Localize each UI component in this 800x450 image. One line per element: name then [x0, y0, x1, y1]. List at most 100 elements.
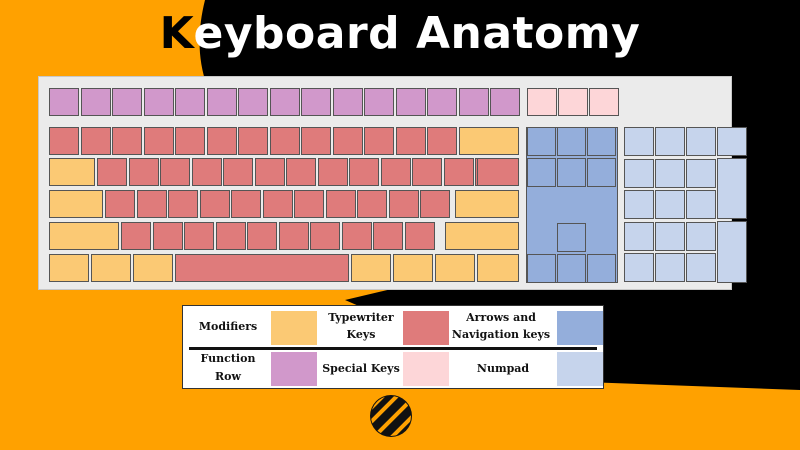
typewriter-key — [247, 222, 277, 250]
modifier-key — [49, 254, 89, 282]
modifier-key — [49, 158, 95, 186]
numpad-key — [717, 127, 747, 156]
typewriter-key — [269, 127, 300, 155]
function-key — [332, 88, 363, 116]
typewriter-key — [380, 158, 411, 186]
legend: Modifiers Typewriter Keys Arrows and Nav… — [182, 305, 604, 389]
numpad-key — [655, 253, 685, 282]
legend-label-modifiers: Modifiers — [198, 320, 258, 333]
legend-swatch-function-row — [271, 352, 317, 386]
typewriter-key — [420, 190, 450, 218]
typewriter-key — [341, 222, 372, 250]
typewriter-key — [168, 190, 198, 218]
legend-label-arrows-1: Arrows and — [466, 311, 536, 324]
typewriter-key — [215, 222, 246, 250]
typewriter-key — [427, 127, 457, 155]
numpad-plus-key — [717, 158, 747, 219]
numpad-key — [624, 158, 654, 188]
typewriter-key — [294, 190, 324, 218]
typewriter-key — [184, 222, 214, 250]
typewriter-key — [325, 190, 356, 218]
typewriter-key — [160, 158, 190, 186]
modifier-key — [351, 254, 391, 282]
typewriter-key — [175, 127, 205, 155]
special-key — [527, 88, 557, 116]
arrow-key — [557, 254, 586, 283]
function-key — [49, 88, 79, 116]
typewriter-key — [278, 222, 309, 250]
function-key — [490, 88, 520, 116]
numpad-key — [686, 190, 716, 219]
typewriter-key — [310, 222, 340, 250]
typewriter-key — [286, 158, 316, 186]
typewriter-key — [128, 158, 159, 186]
modifier-key — [459, 127, 519, 155]
legend-label-typewriter-2: Keys — [346, 328, 376, 341]
typewriter-key — [364, 127, 394, 155]
function-key — [427, 88, 457, 116]
typewriter-key — [254, 158, 285, 186]
numpad-key — [655, 127, 685, 156]
typewriter-key — [317, 158, 348, 186]
typewriter-key — [357, 190, 387, 218]
numpad-key — [624, 190, 654, 219]
typewriter-key — [388, 190, 419, 218]
legend-label-function-1: Function — [200, 352, 256, 365]
modifier-key — [455, 190, 519, 218]
spacebar-key — [175, 254, 349, 282]
function-key — [206, 88, 237, 116]
navigation-key — [527, 127, 556, 156]
typewriter-key — [143, 127, 174, 155]
function-key — [364, 88, 394, 116]
numpad-key — [686, 253, 716, 282]
function-key — [143, 88, 174, 116]
function-key — [395, 88, 426, 116]
navigation-key — [587, 127, 616, 156]
typewriter-key — [121, 222, 151, 250]
typewriter-key — [49, 127, 79, 155]
numpad-key — [655, 221, 685, 251]
typewriter-key — [412, 158, 442, 186]
typewriter-key — [395, 127, 426, 155]
navigation-key — [557, 158, 586, 187]
function-key — [238, 88, 268, 116]
special-key — [558, 88, 588, 116]
function-key — [112, 88, 142, 116]
typewriter-key — [152, 222, 183, 250]
arrow-key-up — [557, 223, 586, 252]
numpad-key — [686, 127, 716, 156]
typewriter-key — [301, 127, 331, 155]
typewriter-key — [262, 190, 293, 218]
typewriter-key — [199, 190, 230, 218]
typewriter-key — [238, 127, 268, 155]
function-key — [301, 88, 331, 116]
numpad-key — [686, 158, 716, 188]
legend-label-function-2: Row — [215, 370, 241, 383]
navigation-key — [587, 158, 616, 187]
numpad-key — [624, 253, 654, 282]
modifier-key — [49, 222, 119, 250]
legend-label-numpad: Numpad — [476, 362, 530, 375]
numpad-key — [655, 158, 685, 188]
special-key — [589, 88, 619, 116]
modifier-key — [477, 254, 519, 282]
numpad-enter-key — [717, 221, 747, 283]
typewriter-key — [136, 190, 167, 218]
numpad-key — [624, 127, 654, 156]
legend-label-typewriter-1: Typewriter — [328, 311, 394, 324]
function-key — [458, 88, 489, 116]
function-key — [175, 88, 205, 116]
function-key — [80, 88, 111, 116]
legend-swatch-navigation — [557, 311, 603, 345]
typewriter-key — [373, 222, 403, 250]
typewriter-key — [349, 158, 379, 186]
modifier-key — [91, 254, 131, 282]
typewriter-key — [223, 158, 253, 186]
navigation-key — [527, 158, 556, 187]
modifier-key — [445, 222, 519, 250]
typewriter-key — [477, 158, 519, 186]
modifier-key — [435, 254, 475, 282]
numpad-key — [686, 221, 716, 251]
navigation-key — [557, 127, 586, 156]
striped-circle-logo — [370, 395, 412, 437]
